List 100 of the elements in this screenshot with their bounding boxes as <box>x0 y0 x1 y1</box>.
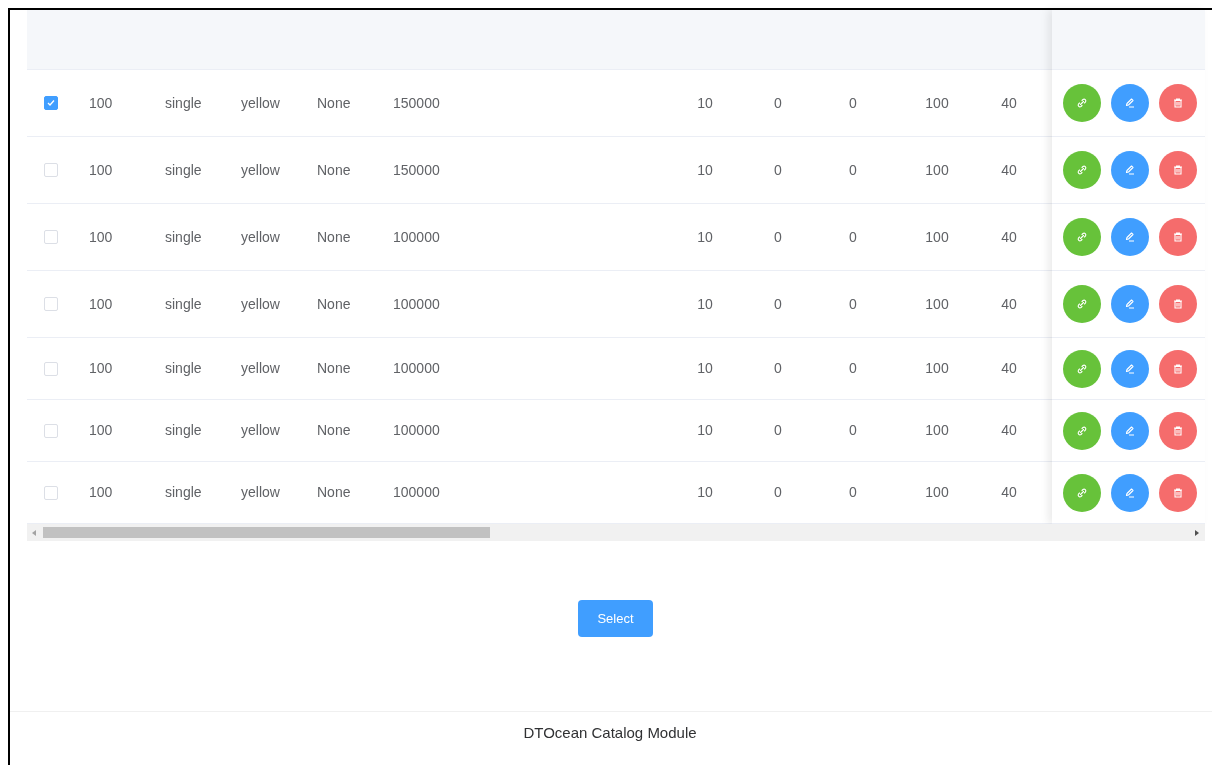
edit-button[interactable] <box>1111 84 1149 122</box>
table-cell: 150000 <box>393 94 440 111</box>
edit-button[interactable] <box>1111 285 1149 323</box>
table-cell-text: 0 <box>774 160 782 180</box>
link-icon <box>1076 424 1088 437</box>
pencil-icon <box>1124 231 1136 243</box>
horizontal-scrollbar[interactable] <box>27 524 1205 541</box>
link-icon <box>1076 164 1088 176</box>
table-cell-text: 100 <box>925 483 949 502</box>
table-cell: yellow <box>241 295 280 312</box>
link-button[interactable] <box>1063 411 1101 450</box>
table-cell: yellow <box>241 484 280 500</box>
table-cell-text: 0 <box>774 359 782 378</box>
table-cell-text: 40 <box>1001 93 1017 113</box>
edit-button[interactable] <box>1111 218 1149 256</box>
table-cell-text: 100 <box>925 421 949 440</box>
table-cell-text: 40 <box>1001 160 1017 180</box>
table-cell: 100 <box>89 484 113 500</box>
scroll-right-icon[interactable] <box>1195 529 1199 536</box>
edit-button[interactable] <box>1111 151 1149 189</box>
link-icon <box>1076 298 1088 310</box>
link-button[interactable] <box>1063 84 1101 122</box>
table-cell: None <box>317 94 351 111</box>
delete-button[interactable] <box>1159 151 1197 189</box>
link-button[interactable] <box>1063 473 1101 512</box>
link-button[interactable] <box>1063 151 1101 189</box>
table-cell-text: 10 <box>697 160 713 180</box>
trash-icon <box>1172 362 1184 375</box>
table-cell: None <box>317 360 351 376</box>
table-cell-text: 40 <box>1001 421 1017 440</box>
table-cell: 100000 <box>393 228 440 245</box>
table-cell: 100000 <box>393 484 440 500</box>
table-cell: 100000 <box>393 422 440 438</box>
link-button[interactable] <box>1063 349 1101 388</box>
edit-button[interactable] <box>1111 349 1149 388</box>
table-cell-text: 0 <box>849 359 857 378</box>
table-cell-text: 0 <box>774 93 782 113</box>
table-cell-text: 0 <box>849 160 857 180</box>
table-cell-text: 0 <box>849 421 857 440</box>
checkmark-icon <box>46 98 56 108</box>
link-button[interactable] <box>1063 285 1101 323</box>
table-cell: single <box>165 295 202 312</box>
table-cell: 100 <box>89 295 113 312</box>
table-cell: single <box>165 228 202 245</box>
link-button[interactable] <box>1063 218 1101 256</box>
table-cell-text: 10 <box>697 294 713 314</box>
trash-icon <box>1172 231 1184 243</box>
pencil-icon <box>1124 298 1136 310</box>
edit-button[interactable] <box>1111 411 1149 450</box>
table-cell-text: 40 <box>1001 294 1017 314</box>
link-icon <box>1076 362 1088 375</box>
trash-icon <box>1172 486 1184 499</box>
trash-icon <box>1172 424 1184 437</box>
row-checkbox[interactable] <box>44 96 58 110</box>
table-cell-text: 0 <box>849 294 857 314</box>
table-cell: None <box>317 295 351 312</box>
table-cell-text: 0 <box>774 483 782 502</box>
table-cell-text: 100 <box>925 294 949 314</box>
table-cell: 100 <box>89 360 113 376</box>
table-cell: single <box>165 484 202 500</box>
delete-button[interactable] <box>1159 84 1197 122</box>
pencil-icon <box>1124 486 1136 499</box>
pencil-icon <box>1124 424 1136 437</box>
table-cell-text: 100 <box>925 359 949 378</box>
pencil-icon <box>1124 164 1136 176</box>
table-cell: 150000 <box>393 161 440 178</box>
delete-button[interactable] <box>1159 349 1197 388</box>
table-cell: 100 <box>89 228 113 245</box>
pencil-icon <box>1124 362 1136 375</box>
link-icon <box>1076 97 1088 109</box>
delete-button[interactable] <box>1159 285 1197 323</box>
table-cell-text: 10 <box>697 93 713 113</box>
table-cell-text: 0 <box>849 227 857 247</box>
scroll-left-icon[interactable] <box>32 529 36 536</box>
table-cell-text: 100 <box>925 93 949 113</box>
edit-button[interactable] <box>1111 473 1149 512</box>
delete-button[interactable] <box>1159 473 1197 512</box>
scrollbar-thumb[interactable] <box>43 527 490 538</box>
footer-text: DTOcean Catalog Module <box>522 723 698 743</box>
pencil-icon <box>1124 97 1136 109</box>
table-cell: yellow <box>241 422 280 438</box>
table-cell: None <box>317 161 351 178</box>
table-cell-text: 0 <box>849 483 857 502</box>
table-cell: None <box>317 484 351 500</box>
table-cell: None <box>317 228 351 245</box>
table-cell: None <box>317 422 351 438</box>
table-cell: 100000 <box>393 360 440 376</box>
table-cell-text: 0 <box>849 93 857 113</box>
table-cell: single <box>165 94 202 111</box>
link-icon <box>1076 231 1088 243</box>
table-cell: yellow <box>241 360 280 376</box>
select-button[interactable]: Select <box>578 600 653 637</box>
table-cell-text: 100 <box>925 227 949 247</box>
table-cell-text: 0 <box>774 294 782 314</box>
delete-button[interactable] <box>1159 411 1197 450</box>
table-cell: yellow <box>241 94 280 111</box>
table-cell: yellow <box>241 161 280 178</box>
delete-button[interactable] <box>1159 218 1197 256</box>
table-cell-text: 10 <box>697 359 713 378</box>
table-cell: yellow <box>241 228 280 245</box>
